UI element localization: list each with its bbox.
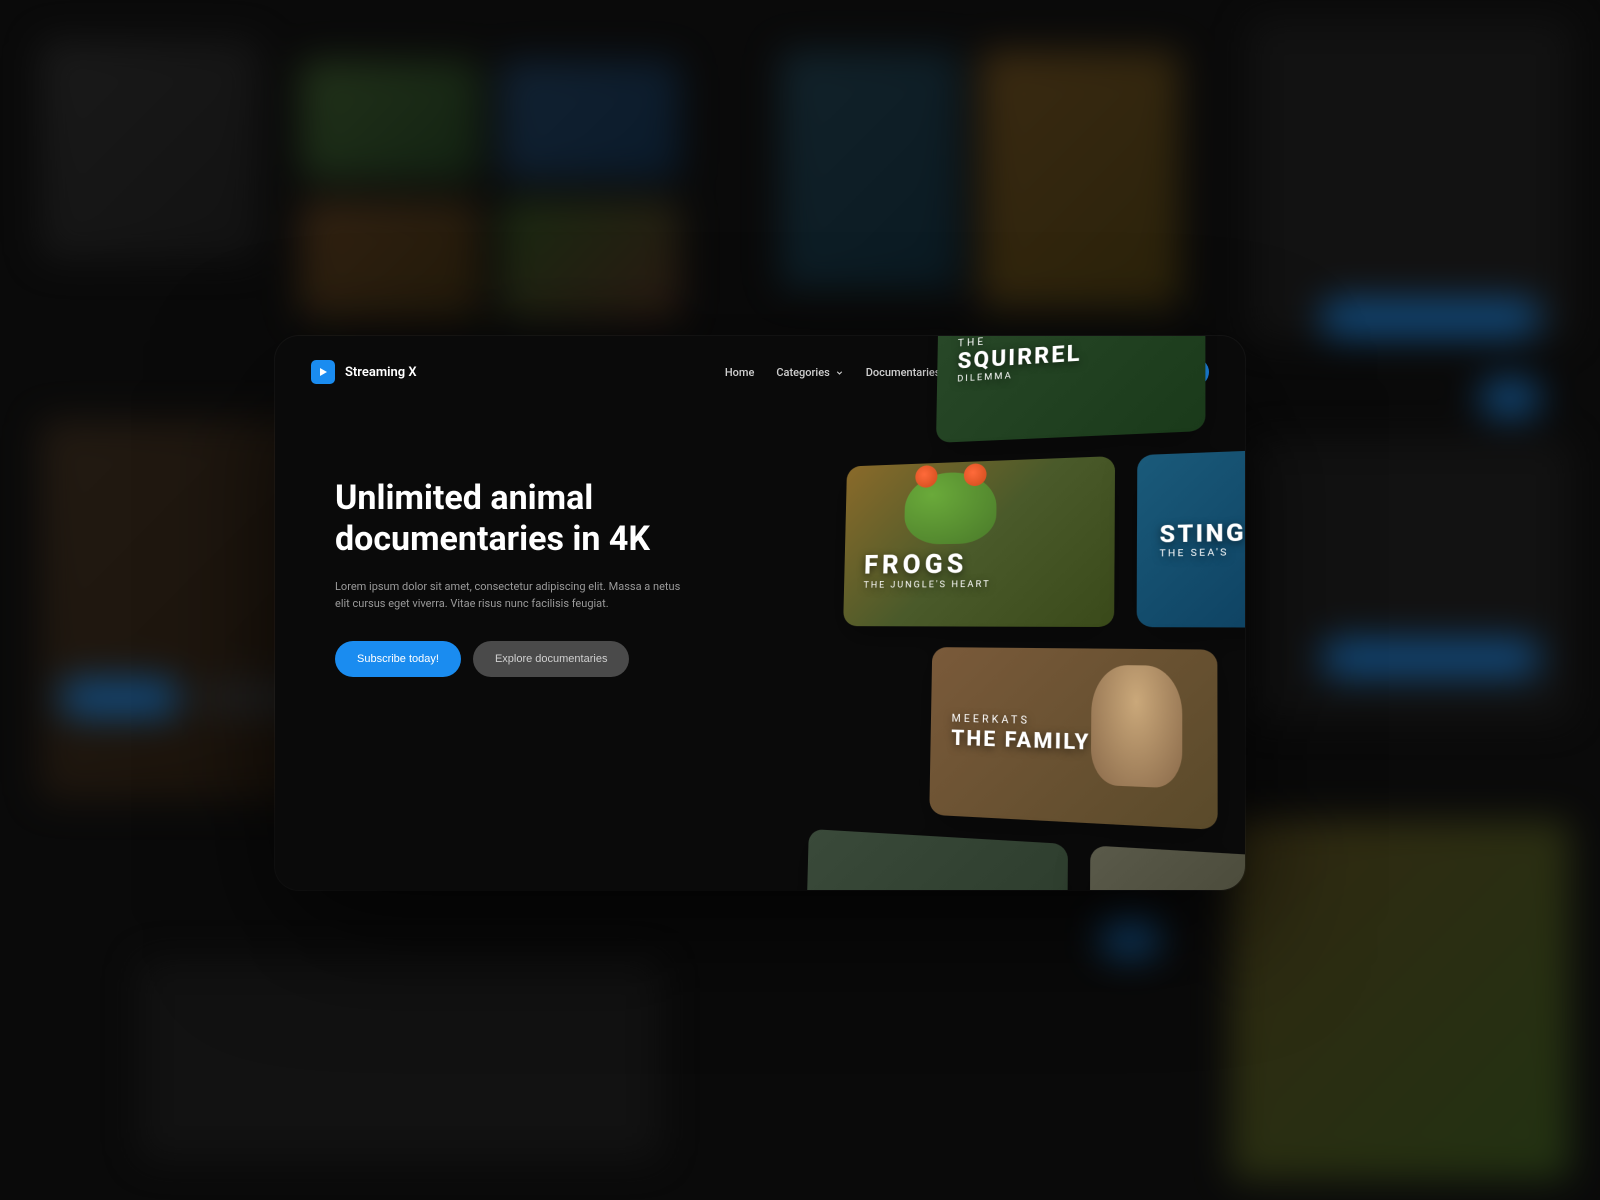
poster-grid: THE SQUIRREL DILEMMA FROGS THE JUNGLE'S … xyxy=(797,336,1245,890)
poster-subtitle: THE SEA'S xyxy=(1160,545,1245,559)
hero-card: Streaming X Home Categories Documentarie… xyxy=(275,336,1245,890)
poster-sting[interactable]: STING THE SEA'S xyxy=(1137,446,1245,628)
meerkat-illustration xyxy=(1091,665,1183,789)
brand-logo[interactable]: Streaming X xyxy=(311,360,715,384)
poster-title: STING xyxy=(1160,517,1245,548)
hero-description: Lorem ipsum dolor sit amet, consectetur … xyxy=(335,578,695,613)
hero-actions: Subscribe today! Explore documentaries xyxy=(335,641,695,677)
explore-documentaries-button[interactable]: Explore documentaries xyxy=(473,641,630,677)
poster-subtitle: THE JUNGLE'S HEART xyxy=(863,579,1092,591)
poster-meerkats[interactable]: MEERKATS THE FAMILY xyxy=(929,647,1217,830)
poster-title: THE FAMILY xyxy=(951,724,1091,754)
hero-title: Unlimited animal documentaries in 4K xyxy=(335,478,695,560)
poster-squirrel[interactable]: THE SQUIRREL DILEMMA xyxy=(936,336,1205,443)
brand-name: Streaming X xyxy=(345,365,417,380)
poster-the-eye[interactable]: THE EYE xyxy=(805,829,1068,890)
hero-section: Unlimited animal documentaries in 4K Lor… xyxy=(275,408,695,677)
poster-frogs[interactable]: FROGS THE JUNGLE'S HEART xyxy=(843,456,1115,627)
poster-the-he[interactable]: THE HE xyxy=(1089,845,1245,890)
play-icon xyxy=(311,360,335,384)
poster-title: FROGS xyxy=(864,547,1093,581)
subscribe-today-button[interactable]: Subscribe today! xyxy=(335,641,461,677)
frog-illustration xyxy=(904,471,997,545)
nav-label: Home xyxy=(725,366,755,379)
nav-home[interactable]: Home xyxy=(725,366,755,379)
